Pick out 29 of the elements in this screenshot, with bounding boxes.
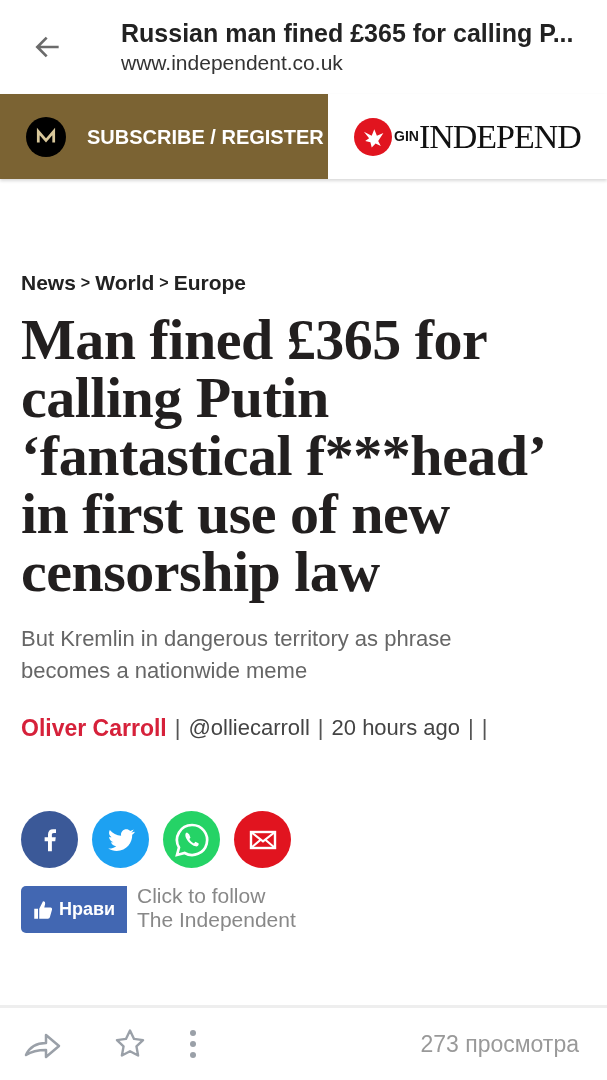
login-link[interactable]: GIN (394, 126, 419, 147)
page-url: www.independent.co.uk (121, 50, 344, 76)
breadcrumb-link[interactable]: Europe (173, 267, 246, 299)
facebook-share-button[interactable] (21, 811, 78, 868)
byline-separator: | (481, 714, 488, 743)
like-button[interactable]: Нрави (21, 886, 127, 933)
standfirst: But Kremlin in dangerous territory as phrase becomes a nationwide meme (21, 624, 453, 685)
byline-separator: | (317, 714, 324, 743)
email-share-button[interactable] (234, 811, 291, 868)
author-link[interactable]: Oliver Carroll (21, 710, 167, 745)
page-title: Russian man fined £365 for calling P... (121, 18, 574, 49)
more-icon[interactable] (188, 1028, 198, 1060)
byline-text: @olliecarroll (188, 714, 310, 743)
byline-separator: | (468, 714, 474, 743)
byline-separator: | (174, 714, 181, 743)
breadcrumb-link[interactable]: News (21, 267, 76, 299)
headline: Man fined £365 for calling Putin ‘fantastical f***head’ in first use of new censorship law (21, 310, 544, 601)
breadcrumb-separator: > (80, 272, 91, 293)
view-count: 273 просмотра (420, 1029, 579, 1059)
twitter-share-button[interactable] (92, 811, 149, 868)
breadcrumb-link[interactable]: World (95, 267, 155, 299)
follow-text: The Independent (137, 908, 296, 932)
breadcrumb-separator: > (159, 272, 169, 293)
byline-text: 20 hours ago (331, 714, 460, 743)
site-logo: INDEPEND (418, 119, 581, 154)
follow-text: Click to follow (137, 884, 267, 908)
thumbs-up-icon (33, 899, 53, 920)
logo-icon (26, 116, 66, 157)
whatsapp-share-button[interactable] (163, 811, 220, 868)
